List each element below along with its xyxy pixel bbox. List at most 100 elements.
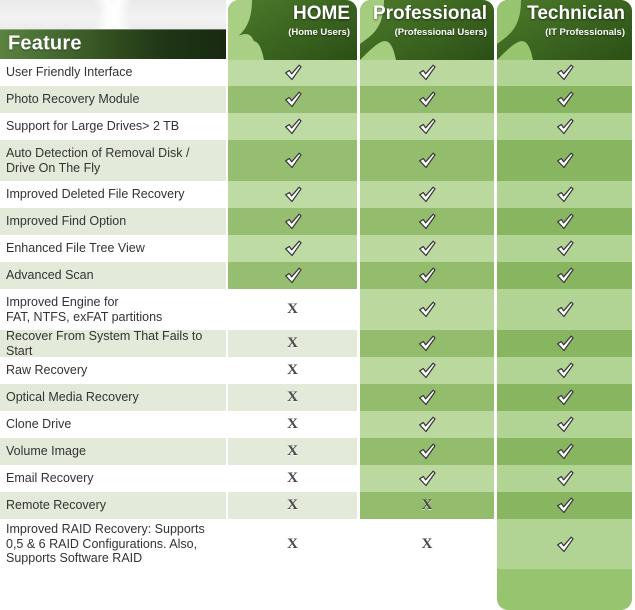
check-icon [419, 64, 436, 81]
table-row: Remote Recovery X X [0, 492, 635, 519]
feature-label: Volume Image [0, 438, 226, 465]
cross-icon: X [287, 416, 298, 432]
cross-icon: X [287, 389, 298, 405]
check-icon [556, 267, 574, 284]
feature-label: Improved Deleted File Recovery [0, 181, 226, 208]
feature-label: Enhanced File Tree View [0, 235, 226, 262]
cell-home: X [228, 330, 357, 357]
feature-label: Advanced Scan [0, 262, 226, 289]
check-icon [284, 267, 302, 284]
feature-label: Optical Media Recovery [0, 384, 226, 411]
column-title-technician: Technician [527, 3, 625, 24]
cell-home [228, 59, 357, 86]
cell-technician [497, 235, 632, 262]
cell-technician [497, 289, 632, 330]
check-icon [556, 186, 574, 203]
check-icon [556, 362, 574, 379]
check-icon [419, 152, 436, 169]
column-title-home: HOME [293, 3, 350, 24]
check-icon [419, 267, 436, 284]
cell-home: X [228, 384, 357, 411]
check-icon [556, 91, 574, 108]
cell-technician [497, 438, 632, 465]
table-row: Improved RAID Recovery: Supports 0,5 & 6 … [0, 519, 635, 569]
table-row: Improved Deleted File Recovery [0, 181, 635, 208]
check-icon [419, 301, 436, 318]
cell-home: X [228, 519, 357, 569]
table-row: Advanced Scan [0, 262, 635, 289]
check-icon [419, 416, 436, 433]
table-row: Raw Recovery X [0, 357, 635, 384]
column-subtitle-professional: (Professional Users) [394, 27, 487, 38]
cell-technician [497, 140, 632, 181]
cross-icon: X [287, 535, 298, 552]
column-title-professional: Professional [372, 3, 487, 24]
cell-technician [497, 519, 632, 569]
cell-home [228, 113, 357, 140]
cell-home: X [228, 289, 357, 330]
cross-icon: X [287, 362, 298, 378]
cell-technician [497, 208, 632, 235]
cell-home: X [228, 411, 357, 438]
check-icon [419, 213, 436, 230]
cell-professional [360, 330, 494, 357]
cell-professional [360, 59, 494, 86]
check-icon [419, 186, 436, 203]
table-row: Enhanced File Tree View [0, 235, 635, 262]
feature-column-header: Feature [0, 29, 226, 59]
feature-label: Raw Recovery [0, 357, 226, 384]
table-row: User Friendly Interface [0, 59, 635, 86]
feature-label: User Friendly Interface [0, 59, 226, 86]
check-icon [556, 213, 574, 230]
cell-professional: X [360, 492, 494, 519]
check-icon [556, 443, 574, 460]
feature-label: Photo Recovery Module [0, 86, 226, 113]
cell-professional [360, 357, 494, 384]
check-icon [419, 335, 436, 352]
cell-professional [360, 86, 494, 113]
check-icon [556, 536, 574, 552]
column-header-professional: Professional (Professional Users) [360, 0, 494, 60]
cell-home [228, 181, 357, 208]
cell-technician [497, 181, 632, 208]
check-icon [556, 335, 574, 352]
column-header-technician: Technician (IT Professionals) [497, 0, 632, 60]
cross-icon: X [287, 335, 298, 351]
check-icon [556, 118, 574, 135]
cell-professional [360, 113, 494, 140]
table-row: Support for Large Drives> 2 TB [0, 113, 635, 140]
column-subtitle-home: (Home Users) [288, 27, 350, 38]
feature-label: Improved Engine for FAT, NTFS, exFAT part… [0, 289, 226, 330]
cell-home: X [228, 438, 357, 465]
table-row: Optical Media Recovery X [0, 384, 635, 411]
feature-label: Improved RAID Recovery: Supports 0,5 & 6 … [0, 519, 226, 569]
cross-icon: X [287, 301, 298, 317]
check-icon [556, 152, 574, 169]
check-icon [556, 497, 574, 514]
check-icon [419, 389, 436, 406]
cross-icon: X [287, 470, 298, 486]
check-icon [556, 240, 574, 257]
cell-home: X [228, 465, 357, 492]
check-icon [284, 240, 302, 257]
cell-technician [497, 384, 632, 411]
cell-technician [497, 330, 632, 357]
cell-professional [360, 411, 494, 438]
check-icon [556, 301, 574, 318]
cell-professional [360, 140, 494, 181]
check-icon [284, 213, 302, 230]
feature-label: Email Recovery [0, 465, 226, 492]
check-icon [556, 389, 574, 406]
cross-icon: X [287, 443, 298, 459]
cell-home [228, 262, 357, 289]
cell-home: X [228, 492, 357, 519]
cell-professional [360, 438, 494, 465]
check-icon [419, 443, 436, 460]
check-icon [556, 64, 574, 81]
table-row: Recover From System That Fails to Start X [0, 329, 635, 358]
check-icon [556, 470, 574, 487]
cell-technician [497, 492, 632, 519]
cell-professional [360, 235, 494, 262]
column-subtitle-technician: (IT Professionals) [545, 27, 625, 38]
cell-technician [497, 357, 632, 384]
